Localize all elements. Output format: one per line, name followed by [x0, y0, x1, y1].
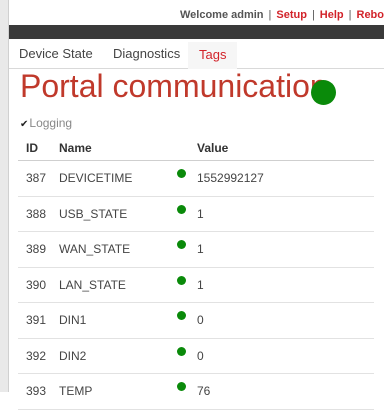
status-dot-icon: [177, 347, 186, 356]
table-row: 388 USB_STATE 1: [18, 196, 374, 232]
cell-name: DIN2: [59, 338, 177, 374]
cell-value: 0: [197, 303, 374, 339]
status-dot-icon: [177, 240, 186, 249]
navigation-bar: [9, 25, 384, 39]
cell-name: USB_STATE: [59, 196, 177, 232]
cell-status: [177, 374, 197, 410]
cell-status: [177, 196, 197, 232]
cell-name: DEVICETIME: [59, 161, 177, 197]
column-header-value: Value: [197, 136, 374, 161]
table-header-row: ID Name Value: [18, 136, 374, 161]
table-row: 393 TEMP 76: [18, 374, 374, 410]
cell-id: 387: [18, 161, 59, 197]
cell-status: [177, 338, 197, 374]
status-dot-icon: [177, 169, 186, 178]
tab-tags[interactable]: Tags: [188, 42, 237, 69]
status-dot-icon: [177, 276, 186, 285]
table-row: 387 DEVICETIME 1552992127: [18, 161, 374, 197]
column-header-name: Name: [59, 136, 177, 161]
cell-value: 1: [197, 267, 374, 303]
status-indicator-icon: [311, 80, 336, 105]
user-bar: Welcome admin|Setup|Help|Rebo: [180, 9, 384, 21]
cell-id: 389: [18, 232, 59, 268]
cell-status: [177, 303, 197, 339]
tab-bar: Device State Diagnostics Tags: [9, 42, 384, 69]
reboot-link[interactable]: Rebo: [357, 9, 384, 21]
welcome-text: Welcome admin: [180, 9, 264, 21]
cell-status: [177, 267, 197, 303]
status-dot-icon: [177, 205, 186, 214]
logging-toggle[interactable]: ✔Logging: [20, 116, 72, 130]
logging-label: Logging: [29, 116, 72, 130]
cell-name: WAN_STATE: [59, 232, 177, 268]
cell-status: [177, 161, 197, 197]
tab-device-state[interactable]: Device State: [19, 46, 93, 61]
column-header-id: ID: [18, 136, 59, 161]
cell-value: 0: [197, 338, 374, 374]
cell-status: [177, 232, 197, 268]
chevron-down-icon: ✔: [20, 119, 28, 130]
cell-value: 1: [197, 232, 374, 268]
cell-name: LAN_STATE: [59, 267, 177, 303]
setup-link[interactable]: Setup: [276, 9, 307, 21]
cell-id: 392: [18, 338, 59, 374]
tags-table: ID Name Value 387 DEVICETIME 1552992127 …: [18, 136, 374, 410]
cell-id: 390: [18, 267, 59, 303]
table-row: 389 WAN_STATE 1: [18, 232, 374, 268]
status-dot-icon: [177, 311, 186, 320]
cell-value: 1552992127: [197, 161, 374, 197]
table-row: 392 DIN2 0: [18, 338, 374, 374]
window-frame-left: [0, 0, 9, 392]
cell-id: 391: [18, 303, 59, 339]
help-link[interactable]: Help: [320, 9, 344, 21]
status-dot-icon: [177, 382, 186, 391]
cell-value: 1: [197, 196, 374, 232]
tab-diagnostics[interactable]: Diagnostics: [113, 46, 180, 61]
table-row: 390 LAN_STATE 1: [18, 267, 374, 303]
cell-id: 388: [18, 196, 59, 232]
cell-value: 76: [197, 374, 374, 410]
cell-id: 393: [18, 374, 59, 410]
page-title: Portal communication: [20, 68, 328, 105]
cell-name: DIN1: [59, 303, 177, 339]
column-header-status: [177, 136, 197, 161]
cell-name: TEMP: [59, 374, 177, 410]
table-row: 391 DIN1 0: [18, 303, 374, 339]
